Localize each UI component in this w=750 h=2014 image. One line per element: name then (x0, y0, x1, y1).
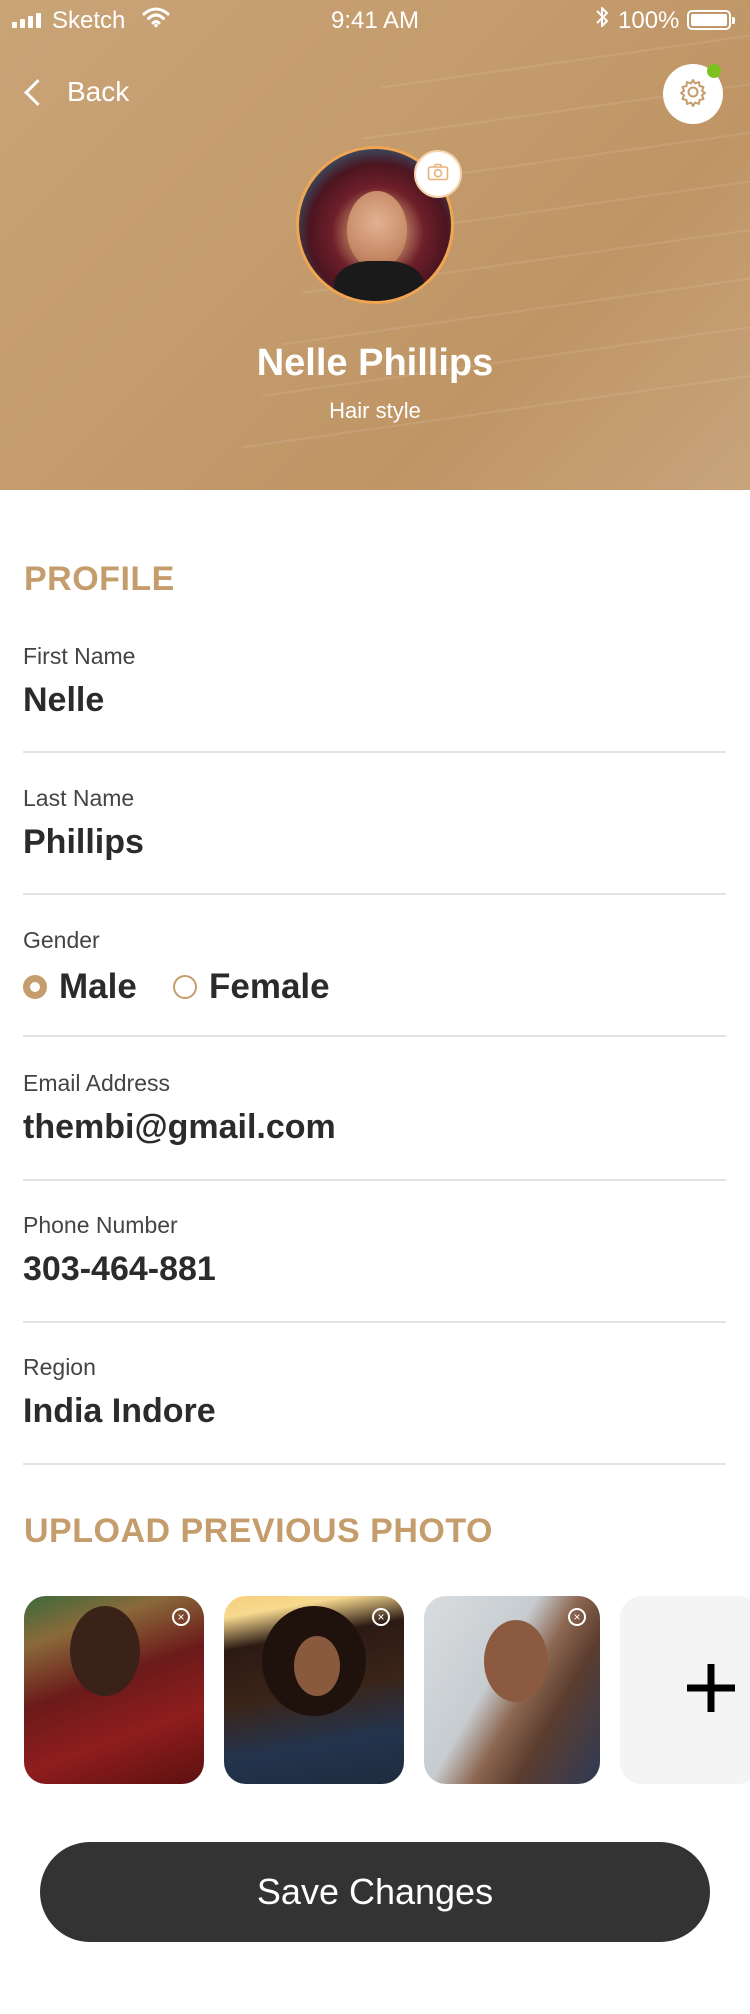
last-name-value[interactable]: Phillips (23, 823, 144, 862)
gender-field: Gender Male Female (23, 927, 726, 1037)
photo-subject (70, 1606, 140, 1696)
last-name-field[interactable]: Last Name Phillips (23, 785, 726, 895)
add-photo-button[interactable] (620, 1596, 750, 1784)
avatar-face (347, 191, 407, 269)
bluetooth-icon (594, 4, 610, 37)
battery-percentage: 100% (618, 7, 680, 34)
remove-photo-icon[interactable]: × (172, 1608, 190, 1626)
avatar-clothing (334, 261, 424, 301)
chevron-left-icon (24, 78, 51, 106)
camera-icon (427, 163, 449, 186)
email-field[interactable]: Email Address thembi@gmail.com (23, 1070, 726, 1181)
gear-icon (678, 77, 708, 112)
radio-unselected-icon (173, 975, 197, 999)
radio-selected-icon (23, 975, 47, 999)
remove-photo-icon[interactable]: × (568, 1608, 586, 1626)
back-label: Back (67, 76, 130, 107)
status-bar: Sketch 9:41 AM 100% (0, 0, 750, 42)
online-status-dot (707, 64, 721, 78)
plus-icon (684, 1661, 738, 1720)
back-button[interactable]: Back (22, 76, 129, 108)
gender-option-female[interactable]: Female (173, 967, 330, 1007)
phone-value[interactable]: 303-464-881 (23, 1250, 216, 1289)
profile-subtitle: Hair style (329, 398, 421, 423)
region-label: Region (23, 1354, 96, 1380)
change-photo-button[interactable] (414, 150, 462, 198)
phone-field[interactable]: Phone Number 303-464-881 (23, 1212, 726, 1323)
gender-option-label: Male (59, 967, 137, 1006)
photo-subject-face (294, 1636, 340, 1696)
remove-photo-icon[interactable]: × (372, 1608, 390, 1626)
email-label: Email Address (23, 1070, 171, 1096)
uploaded-photo-2[interactable]: × (224, 1596, 404, 1784)
uploaded-photo-3[interactable]: × (424, 1596, 600, 1784)
profile-header: Sketch 9:41 AM 100% Back Nelle Phillips … (0, 0, 750, 490)
first-name-label: First Name (23, 643, 136, 669)
first-name-value[interactable]: Nelle (23, 681, 104, 720)
gender-option-male[interactable]: Male (23, 967, 137, 1007)
photo-subject (484, 1620, 548, 1702)
last-name-label: Last Name (23, 785, 135, 811)
battery-icon (687, 10, 735, 30)
upload-section-title: UPLOAD PREVIOUS PHOTO (24, 1512, 493, 1550)
save-changes-button[interactable]: Save Changes (40, 1842, 710, 1942)
uploaded-photo-1[interactable]: × (24, 1596, 204, 1784)
region-value[interactable]: India Indore (23, 1392, 216, 1431)
profile-name: Nelle Phillips (256, 342, 494, 384)
region-field[interactable]: Region India Indore (23, 1354, 726, 1465)
gender-label: Gender (23, 927, 100, 953)
phone-label: Phone Number (23, 1212, 178, 1238)
email-value[interactable]: thembi@gmail.com (23, 1108, 336, 1147)
first-name-field[interactable]: First Name Nelle (23, 643, 726, 753)
profile-section-title: PROFILE (24, 560, 175, 598)
gender-option-label: Female (209, 967, 330, 1006)
settings-button[interactable] (663, 64, 723, 124)
